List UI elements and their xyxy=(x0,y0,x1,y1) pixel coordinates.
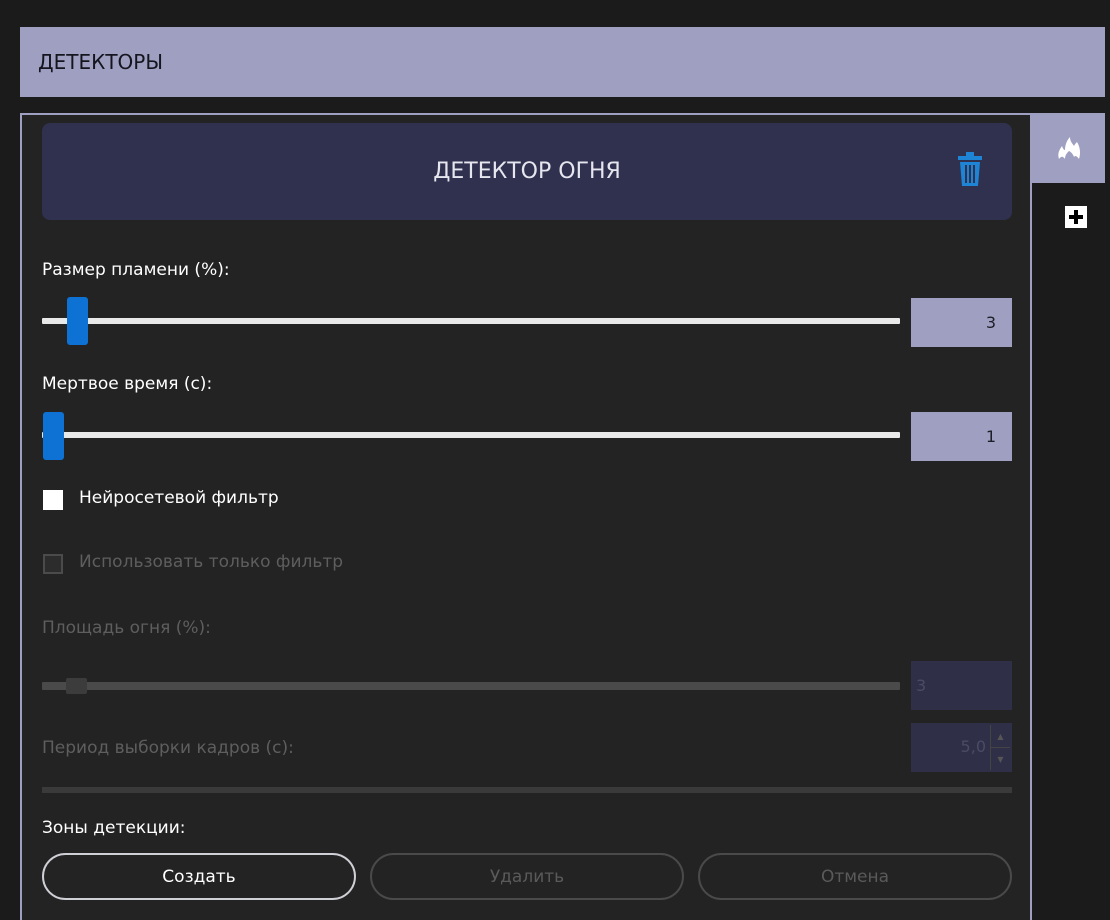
delete-zone-button[interactable]: Удалить xyxy=(370,853,684,900)
add-detector-button[interactable] xyxy=(1065,206,1087,228)
dead-time-slider[interactable] xyxy=(42,432,900,438)
flame-size-slider-handle[interactable] xyxy=(67,297,88,345)
frame-period-spinbox[interactable]: 5,0 ▲ ▼ xyxy=(911,723,1012,772)
detector-panel xyxy=(20,113,1032,920)
detector-tabs xyxy=(1032,113,1105,920)
spin-up-icon[interactable]: ▲ xyxy=(991,725,1010,747)
neural-filter-checkbox[interactable] xyxy=(43,490,63,510)
trash-icon xyxy=(958,152,982,186)
flame-size-value[interactable]: 3 xyxy=(911,298,1012,347)
detector-header: ДЕТЕКТОР ОГНЯ xyxy=(42,123,1012,220)
frame-period-label: Период выборки кадров (c): xyxy=(42,738,294,758)
fire-icon xyxy=(1057,137,1080,159)
dead-time-slider-handle[interactable] xyxy=(43,412,64,460)
flame-size-slider[interactable] xyxy=(42,318,900,324)
detection-zones-label: Зоны детекции: xyxy=(42,818,186,838)
window-title: ДЕТЕКТОРЫ xyxy=(38,50,163,74)
use-filter-only-checkbox[interactable] xyxy=(43,554,63,574)
delete-detector-button[interactable] xyxy=(958,152,982,186)
cancel-zone-button[interactable]: Отмена xyxy=(698,853,1012,900)
plus-icon xyxy=(1069,210,1083,224)
use-filter-only-label: Использовать только фильтр xyxy=(79,552,344,572)
dead-time-value[interactable]: 1 xyxy=(911,412,1012,461)
tab-fire-detector[interactable] xyxy=(1032,113,1105,183)
separator xyxy=(42,787,1012,793)
fire-area-label: Площадь огня (%): xyxy=(42,618,211,638)
detector-title: ДЕТЕКТОР ОГНЯ xyxy=(433,159,621,184)
fire-area-slider-handle[interactable] xyxy=(66,678,87,694)
fire-area-value[interactable]: 3 xyxy=(911,661,1012,710)
fire-area-slider[interactable] xyxy=(42,682,900,690)
create-zone-button[interactable]: Создать xyxy=(42,853,356,900)
window-title-bar: ДЕТЕКТОРЫ xyxy=(20,27,1105,97)
flame-size-label: Размер пламени (%): xyxy=(42,260,230,280)
spin-down-icon[interactable]: ▼ xyxy=(991,747,1010,770)
frame-period-value: 5,0 xyxy=(960,737,986,756)
neural-filter-label: Нейросетевой фильтр xyxy=(79,488,279,508)
dead-time-label: Мертвое время (c): xyxy=(42,374,213,394)
frame-period-spin-buttons: ▲ ▼ xyxy=(990,725,1010,770)
